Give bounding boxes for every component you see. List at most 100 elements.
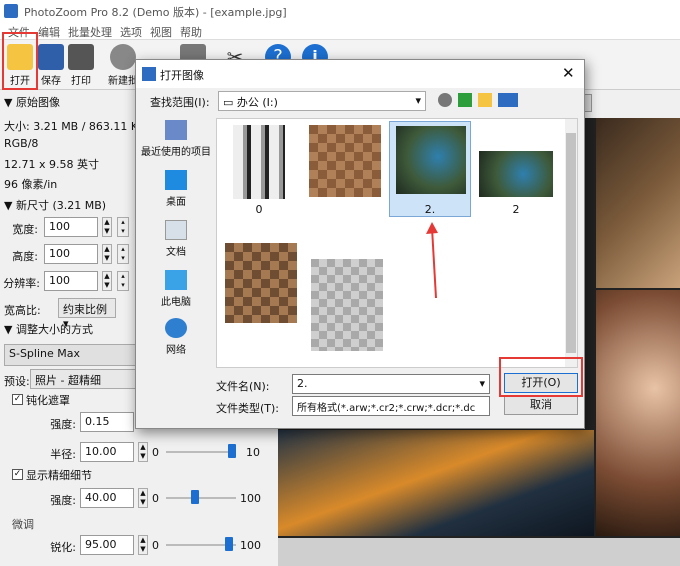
place-this-pc[interactable]: 此电脑 [138, 270, 214, 308]
place-network[interactable]: 网络 [138, 318, 214, 356]
sharpen-slider-thumb[interactable] [224, 537, 233, 551]
save-button[interactable]: 保存 [36, 41, 66, 89]
fine-strength-spinner[interactable]: ▲ ▼ [138, 488, 148, 508]
menu-edit[interactable]: 编辑 [38, 24, 60, 40]
filename-input[interactable]: 2. ▾ [292, 374, 490, 394]
cancel-button[interactable]: 取消 [504, 395, 578, 415]
scrollbar-thumb[interactable] [566, 133, 576, 353]
resolution-input[interactable]: 100 [44, 271, 98, 291]
documents-icon [165, 220, 187, 240]
radius-max: 10 [246, 446, 260, 459]
unsharp-checkbox[interactable]: ✓ [12, 394, 23, 405]
aspect-label: 宽高比: [4, 304, 41, 317]
preview-fish-image [278, 430, 594, 536]
radius-slider-thumb[interactable] [228, 444, 236, 458]
width-spinner[interactable]: ▲ ▼ [102, 217, 112, 237]
menu-bar: 文件 编辑 批量处理 选项 视图 帮助 [0, 22, 680, 40]
window-title: PhotoZoom Pro 8.2 (Demo 版本) - [example.j… [24, 6, 287, 19]
filetype-label: 文件类型(T): [216, 402, 280, 415]
height-spinner[interactable]: ▲ ▼ [102, 244, 112, 264]
radius-label: 半径: [50, 448, 76, 461]
desktop-icon [165, 170, 187, 190]
open-image-dialog: 打开图像 ✕ 查找范围(I): ▭ 办公 (I:) ▾ 最近使用的项目 桌面 文档… [135, 59, 585, 429]
preview-portrait-image [596, 290, 680, 536]
view-menu-icon[interactable] [498, 93, 518, 107]
close-icon[interactable]: ✕ [562, 64, 575, 82]
dialog-icon [142, 67, 156, 81]
open-button-highlight [2, 32, 38, 90]
size-info: 大小: 3.21 MB / 863.11 KB [4, 120, 146, 133]
file-name-3: 2 [512, 203, 520, 216]
print-icon [68, 44, 94, 70]
up-folder-icon[interactable] [458, 93, 472, 107]
strength-input[interactable]: 0.15 [80, 412, 134, 432]
radius-slider[interactable] [166, 451, 236, 453]
fine-max: 100 [240, 492, 261, 505]
print-button[interactable]: 打印 [66, 41, 96, 89]
file-thumb-1[interactable] [309, 125, 381, 197]
kingfisher-image [396, 126, 466, 194]
print-label: 打印 [71, 76, 91, 87]
new-folder-icon[interactable] [478, 93, 492, 107]
back-icon[interactable] [438, 93, 452, 107]
sharpen-max: 100 [240, 539, 261, 552]
look-in-label: 查找范围(I): [150, 96, 210, 109]
original-image-header[interactable]: ▼ 原始图像 [4, 94, 60, 110]
radius-input[interactable]: 10.00 [80, 442, 134, 462]
filetype-select[interactable]: 所有格式(*.arw;*.cr2;*.crw;*.dcr;*.dc [292, 396, 490, 416]
aspect-select[interactable]: 约束比例 ▾ [58, 298, 116, 330]
fine-strength-label: 强度: [50, 494, 76, 507]
resize-method-header[interactable]: ▼ 调整大小的方式 [4, 321, 93, 337]
preview-coral-image [596, 118, 680, 288]
place-recent[interactable]: 最近使用的项目 [138, 120, 214, 158]
file-name-2: 2. [424, 203, 436, 216]
network-icon [165, 318, 187, 338]
sharpen-input[interactable]: 95.00 [80, 535, 134, 555]
height-unit-button[interactable]: ▴ ▾ [117, 244, 129, 264]
fine-min: 0 [152, 492, 159, 505]
height-input[interactable]: 100 [44, 244, 98, 264]
filename-label: 文件名(N): [216, 380, 270, 393]
sharpen-label: 锐化: [50, 541, 76, 554]
file-thumb-3[interactable] [479, 151, 553, 197]
fine-strength-slider-thumb[interactable] [190, 490, 199, 504]
place-documents[interactable]: 文档 [138, 220, 214, 258]
dialog-title: 打开图像 [160, 69, 204, 82]
file-thumb-4[interactable] [225, 243, 297, 323]
file-thumb-0[interactable] [233, 125, 285, 199]
file-list: 0 2. 2 [216, 118, 578, 368]
resolution-unit-button[interactable]: ▴ ▾ [117, 271, 129, 291]
pointer-arrow [426, 222, 438, 299]
width-unit-button[interactable]: ▴ ▾ [117, 217, 129, 237]
menu-view[interactable]: 视图 [150, 24, 172, 40]
height-label: 高度: [12, 250, 38, 263]
fine-strength-input[interactable]: 40.00 [80, 488, 134, 508]
computer-icon [165, 270, 187, 290]
resolution-label: 分辨率: [3, 277, 40, 290]
fine-strength-slider[interactable] [166, 497, 236, 499]
resolution-spinner[interactable]: ▲ ▼ [102, 271, 112, 291]
file-thumb-5[interactable] [311, 259, 383, 351]
place-desktop[interactable]: 桌面 [138, 170, 214, 208]
sharpen-spinner[interactable]: ▲ ▼ [138, 535, 148, 555]
menu-options[interactable]: 选项 [120, 24, 142, 40]
fine-detail-checkbox[interactable]: ✓ [12, 469, 23, 480]
image-dimensions: 12.71 x 9.58 英寸 [4, 158, 99, 171]
radius-spinner[interactable]: ▲ ▼ [138, 442, 148, 462]
recent-icon [165, 120, 187, 140]
radius-min: 0 [152, 446, 159, 459]
tuning-label: 微调 [12, 518, 34, 531]
image-resolution: 96 像素/in [4, 178, 58, 191]
title-bar: PhotoZoom Pro 8.2 (Demo 版本) - [example.j… [0, 0, 680, 22]
fine-detail-label: 显示精细细节 [26, 469, 92, 482]
look-in-select[interactable]: ▭ 办公 (I:) ▾ [218, 91, 426, 111]
menu-help[interactable]: 帮助 [180, 24, 202, 40]
strength-label: 强度: [50, 418, 76, 431]
width-label: 宽度: [12, 223, 38, 236]
file-name-0: 0 [255, 203, 263, 216]
app-icon [4, 4, 18, 18]
width-input[interactable]: 100 [44, 217, 98, 237]
color-mode: RGB/8 [4, 137, 39, 150]
menu-batch[interactable]: 批量处理 [68, 24, 112, 40]
new-size-header[interactable]: ▼ 新尺寸 (3.21 MB) [4, 197, 106, 213]
